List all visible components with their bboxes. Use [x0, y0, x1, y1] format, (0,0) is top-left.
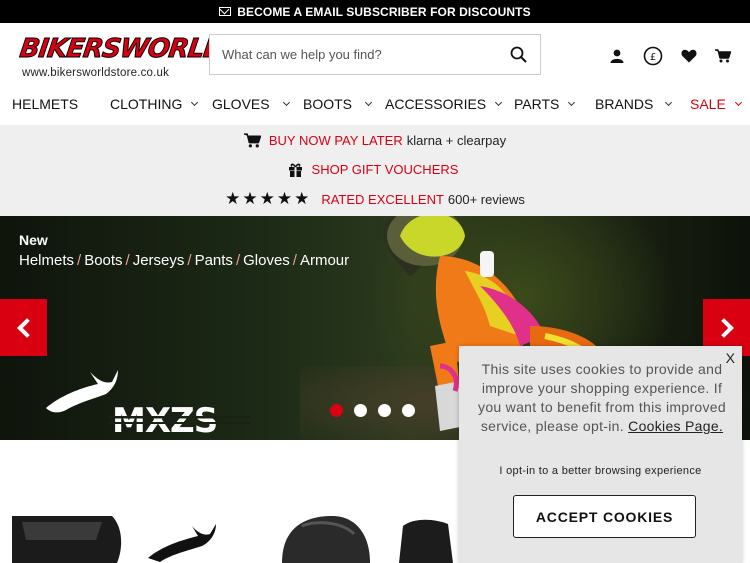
- cart-icon[interactable]: [714, 45, 732, 67]
- chevron-down-icon: [191, 98, 199, 106]
- usp-rating-highlight: RATED EXCELLENT: [321, 191, 444, 207]
- logo-wordmark: BIKERSWORLD: [17, 34, 227, 65]
- hero-separator: /: [187, 252, 192, 269]
- cookie-optin-text: I opt-in to a better browsing experience: [499, 465, 702, 477]
- nav-item-brands[interactable]: BRANDS: [595, 96, 673, 112]
- accept-cookies-button[interactable]: ACCEPT COOKIES: [513, 495, 696, 538]
- hero-category-link[interactable]: Gloves: [243, 252, 290, 269]
- nav-item-parts[interactable]: PARTS: [514, 96, 576, 112]
- nav-label: SALE: [690, 96, 726, 112]
- alpinestars-mxzs-logo: MXZS: [46, 370, 250, 436]
- currency-pound-icon[interactable]: £: [643, 45, 663, 67]
- nav-label: BOOTS: [303, 96, 353, 112]
- nav-label: HELMETS: [12, 96, 79, 112]
- nav-item-gloves[interactable]: GLOVES: [212, 96, 290, 112]
- hero-separator: /: [125, 252, 130, 269]
- hero-category-link[interactable]: Helmets: [19, 252, 74, 269]
- chevron-down-icon: [734, 98, 742, 106]
- usp-vouchers-highlight: SHOP GIFT VOUCHERS: [311, 161, 459, 177]
- gift-icon: [288, 163, 302, 177]
- cookie-message: This site uses cookies to provide and im…: [471, 360, 733, 436]
- cart-icon: [243, 132, 261, 147]
- nav-label: GLOVES: [212, 96, 270, 112]
- hero-separator: /: [235, 252, 241, 269]
- nav-label: PARTS: [514, 96, 560, 112]
- hero-category-link[interactable]: Pants: [195, 252, 233, 269]
- nav-item-helmets[interactable]: HELMETS: [12, 96, 78, 112]
- chevron-down-icon: [282, 98, 290, 106]
- currency-symbol: £: [650, 52, 656, 63]
- chevron-right-icon: [713, 317, 734, 338]
- nav-label: BRANDS: [595, 96, 654, 112]
- product-image[interactable]: [262, 516, 372, 563]
- slider-dot[interactable]: [378, 404, 391, 417]
- usp-rating[interactable]: ★★★★★ RATED EXCELLENT 600+ reviews: [0, 189, 750, 209]
- subscribe-banner[interactable]: BECOME A EMAIL SUBSCRIBER FOR DISCOUNTS: [0, 0, 750, 23]
- hero-category-link[interactable]: Boots: [84, 252, 122, 269]
- chevron-down-icon: [364, 98, 373, 106]
- hero-category-link[interactable]: Armour: [300, 252, 349, 269]
- search-input[interactable]: [210, 35, 490, 74]
- slider-dot[interactable]: [354, 404, 367, 417]
- product-image[interactable]: [393, 516, 459, 563]
- usp-klarna-highlight: BUY NOW PAY LATER: [268, 132, 403, 148]
- subscribe-banner-text: BECOME A EMAIL SUBSCRIBER FOR DISCOUNTS: [237, 4, 531, 19]
- chevron-down-icon: [665, 98, 673, 106]
- usp-rating-text: 600+ reviews: [447, 191, 525, 207]
- rating-stars-icon: ★★★★★: [225, 189, 312, 208]
- nav-item-boots[interactable]: BOOTS: [303, 96, 373, 112]
- slider-prev-button[interactable]: [0, 299, 47, 356]
- site-header: BIKERSWORLD www.bikersworldstore.co.uk £: [0, 23, 750, 85]
- usp-klarna[interactable]: BUY NOW PAY LATER klarna + clearpay: [0, 131, 750, 149]
- main-nav: HELMETS CLOTHING GLOVES BOOTS ACCESSORIE…: [0, 85, 750, 125]
- account-icon[interactable]: [608, 45, 626, 67]
- hero-categories: Helmets / Boots / Jerseys / Pants / Gloves / Armou…: [19, 252, 349, 269]
- hero-category-link[interactable]: Jerseys: [133, 252, 185, 269]
- chevron-left-icon: [16, 317, 37, 338]
- nav-item-clothing[interactable]: CLOTHING: [110, 96, 199, 112]
- mail-icon: [219, 7, 232, 16]
- search-icon[interactable]: [510, 46, 527, 63]
- search-box: [209, 34, 541, 75]
- hero-separator: /: [292, 252, 297, 269]
- cookie-consent-dialog: X This site uses cookies to provide and …: [459, 346, 742, 563]
- nav-label: CLOTHING: [110, 96, 183, 112]
- nav-item-sale[interactable]: SALE: [690, 96, 742, 112]
- chevron-down-icon: [495, 98, 503, 106]
- logo-url: www.bikersworldstore.co.uk: [22, 67, 170, 79]
- usp-vouchers[interactable]: SHOP GIFT VOUCHERS: [0, 160, 750, 178]
- site-logo[interactable]: BIKERSWORLD www.bikersworldstore.co.uk: [17, 34, 226, 84]
- wishlist-heart-icon[interactable]: [680, 45, 698, 67]
- usp-strip: BUY NOW PAY LATER klarna + clearpay SHOP…: [0, 125, 750, 216]
- cookies-page-link[interactable]: Cookies Page.: [628, 418, 723, 434]
- brand-logo-image[interactable]: [140, 516, 240, 563]
- nav-label: ACCESSORIES: [385, 96, 487, 112]
- hero-separator: /: [77, 252, 82, 269]
- nav-item-accessories[interactable]: ACCESSORIES: [385, 96, 503, 112]
- slider-dot[interactable]: [402, 404, 415, 417]
- slider-dot[interactable]: [330, 404, 343, 417]
- product-image[interactable]: [12, 516, 124, 563]
- hero-new-label: New: [19, 232, 48, 248]
- chevron-down-icon: [568, 98, 576, 106]
- usp-klarna-text: klarna + clearpay: [406, 132, 507, 148]
- slider-dots: [330, 404, 426, 417]
